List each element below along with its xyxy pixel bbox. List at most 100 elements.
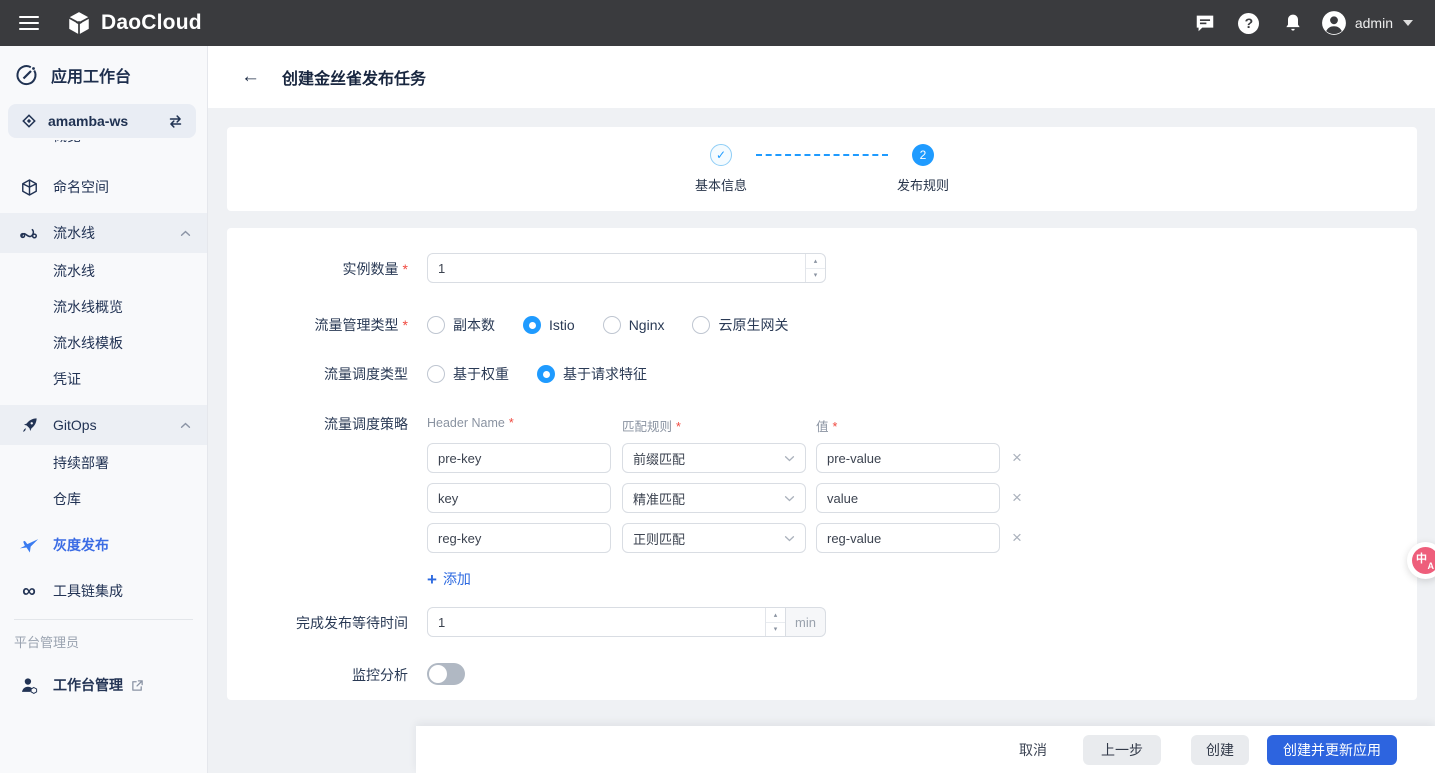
workspace-icon bbox=[20, 112, 38, 130]
sidebar-item-pipeline[interactable]: 流水线 bbox=[0, 213, 207, 253]
sidebar-item-workspace-admin[interactable]: 工作台管理 bbox=[0, 665, 207, 705]
number-stepper[interactable]: ▴▾ bbox=[805, 254, 825, 282]
sidebar-subitem-credentials[interactable]: 凭证 bbox=[0, 361, 207, 397]
form-row-instance-count: 实例数量* ▴▾ bbox=[227, 253, 1417, 283]
footer-actions: 取消 上一步 创建 创建并更新应用 bbox=[416, 726, 1435, 773]
remove-row-button[interactable]: × bbox=[1012, 443, 1022, 473]
bird-icon bbox=[19, 537, 39, 553]
user-menu[interactable]: admin bbox=[1321, 10, 1413, 36]
header-name-input[interactable] bbox=[427, 483, 611, 513]
field-label: 流量调度类型 bbox=[227, 357, 408, 384]
menu-icon[interactable] bbox=[6, 0, 52, 46]
section-label: 平台管理员 bbox=[0, 620, 207, 655]
form-row-traffic-sched-type: 流量调度类型 基于权重 基于请求特征 bbox=[227, 357, 1417, 384]
match-rule-select[interactable]: 精准匹配 bbox=[622, 483, 806, 513]
radio-cloud-native-gateway[interactable]: 云原生网关 bbox=[692, 315, 788, 335]
wait-time-input[interactable] bbox=[427, 607, 786, 637]
column-header: 值* bbox=[816, 416, 1000, 435]
external-link-icon bbox=[131, 679, 144, 692]
switch-workspace-icon[interactable] bbox=[167, 114, 184, 129]
workspace-name: amamba-ws bbox=[48, 113, 157, 129]
sidebar-item-canary-release[interactable]: 灰度发布 bbox=[0, 525, 207, 565]
instance-count-input[interactable] bbox=[427, 253, 826, 283]
sidebar-item-namespace[interactable]: 命名空间 bbox=[0, 167, 207, 207]
header-name-input[interactable] bbox=[427, 443, 611, 473]
subitem-label: 流水线概览 bbox=[53, 297, 123, 317]
sidebar-item-gitops[interactable]: GitOps bbox=[0, 405, 207, 445]
subitem-label: 持续部署 bbox=[53, 453, 109, 473]
monitoring-toggle[interactable] bbox=[427, 663, 465, 685]
toggle-knob bbox=[429, 665, 447, 683]
radio-icon bbox=[603, 316, 621, 334]
workbench-icon bbox=[15, 63, 39, 87]
remove-row-button[interactable]: × bbox=[1012, 523, 1022, 553]
radio-request-feature-based[interactable]: 基于请求特征 bbox=[537, 364, 647, 384]
subitem-label: 凭证 bbox=[53, 369, 81, 389]
chevron-down-icon bbox=[1403, 20, 1413, 26]
subitem-label: 仓库 bbox=[53, 489, 81, 509]
back-button[interactable]: ← bbox=[241, 66, 260, 88]
chevron-up-icon bbox=[180, 422, 191, 429]
pipeline-icon bbox=[19, 224, 39, 242]
sidebar-subitem-pipeline-template[interactable]: 流水线模板 bbox=[0, 325, 207, 361]
create-and-update-button[interactable]: 创建并更新应用 bbox=[1267, 735, 1397, 765]
daocloud-logo-icon bbox=[66, 10, 92, 36]
translate-icon: 中 A bbox=[1412, 547, 1435, 574]
field-label: 监控分析 bbox=[227, 659, 408, 685]
admin-user-icon bbox=[19, 676, 39, 695]
avatar bbox=[1321, 10, 1347, 36]
sidebar-subitem-pipeline-overview[interactable]: 流水线概览 bbox=[0, 289, 207, 325]
previous-step-button[interactable]: 上一步 bbox=[1083, 735, 1161, 765]
match-rule-select[interactable]: 正则匹配 bbox=[622, 523, 806, 553]
chevron-up-icon bbox=[180, 230, 191, 237]
radio-icon bbox=[692, 316, 710, 334]
field-label: 实例数量* bbox=[227, 253, 408, 279]
scrolled-nav-item[interactable]: 概览 bbox=[0, 140, 207, 153]
header-name-input[interactable] bbox=[427, 523, 611, 553]
sidebar-subitem-continuous-deploy[interactable]: 持续部署 bbox=[0, 445, 207, 481]
plus-icon: + bbox=[427, 571, 437, 588]
radio-icon bbox=[537, 365, 555, 383]
help-icon[interactable]: ? bbox=[1233, 7, 1265, 39]
form-row-traffic-policy: 流量调度策略 Header Name* 匹配规则* 值* 前缀匹配 bbox=[227, 412, 1417, 589]
sidebar-item-label: 灰度发布 bbox=[53, 535, 109, 555]
remove-row-button[interactable]: × bbox=[1012, 483, 1022, 513]
nav-item-label: 概览 bbox=[53, 140, 81, 146]
stepper: ✓ 基本信息 2 发布规则 bbox=[692, 144, 952, 194]
rocket-icon bbox=[19, 416, 39, 435]
radio-weight-based[interactable]: 基于权重 bbox=[427, 364, 509, 384]
bell-icon[interactable] bbox=[1277, 7, 1309, 39]
policy-column-headers: Header Name* 匹配规则* 值* bbox=[427, 412, 1022, 435]
stepper-card: ✓ 基本信息 2 发布规则 bbox=[227, 127, 1417, 211]
step-label: 基本信息 bbox=[695, 175, 747, 194]
sidebar-item-label: GitOps bbox=[53, 417, 97, 433]
value-input[interactable] bbox=[816, 443, 1000, 473]
create-button[interactable]: 创建 bbox=[1191, 735, 1249, 765]
step-basic-info: ✓ 基本信息 bbox=[692, 144, 750, 194]
sidebar-subitem-repository[interactable]: 仓库 bbox=[0, 481, 207, 517]
radio-nginx[interactable]: Nginx bbox=[603, 316, 665, 334]
subitem-label: 流水线 bbox=[53, 261, 95, 281]
sidebar-item-label: 工具链集成 bbox=[53, 581, 123, 601]
policy-row: 正则匹配 × bbox=[427, 523, 1022, 553]
value-input[interactable] bbox=[816, 523, 1000, 553]
sidebar-item-toolchain[interactable]: ∞ 工具链集成 bbox=[0, 571, 207, 611]
radio-istio[interactable]: Istio bbox=[523, 316, 575, 334]
number-stepper[interactable]: ▴▾ bbox=[765, 608, 785, 636]
match-rule-select[interactable]: 前缀匹配 bbox=[622, 443, 806, 473]
column-header: 匹配规则* bbox=[622, 416, 816, 435]
chat-icon[interactable] bbox=[1189, 7, 1221, 39]
step-check-icon: ✓ bbox=[710, 144, 732, 166]
field-label: 流量调度策略 bbox=[227, 412, 408, 434]
add-row-button[interactable]: + 添加 bbox=[427, 569, 471, 589]
username: admin bbox=[1355, 15, 1393, 31]
form-card: 实例数量* ▴▾ 流量管理类型* 副本数 Istio Nginx 云原生网关 bbox=[227, 228, 1417, 700]
cancel-button[interactable]: 取消 bbox=[1019, 735, 1047, 765]
radio-replicas[interactable]: 副本数 bbox=[427, 315, 495, 335]
topbar: DaoCloud ? admin bbox=[0, 0, 1435, 46]
value-input[interactable] bbox=[816, 483, 1000, 513]
chevron-down-icon bbox=[784, 535, 795, 542]
sidebar-subitem-pipeline[interactable]: 流水线 bbox=[0, 253, 207, 289]
sidebar: 应用工作台 amamba-ws 概览 命名空间 bbox=[0, 46, 208, 773]
workspace-selector[interactable]: amamba-ws bbox=[8, 104, 196, 138]
